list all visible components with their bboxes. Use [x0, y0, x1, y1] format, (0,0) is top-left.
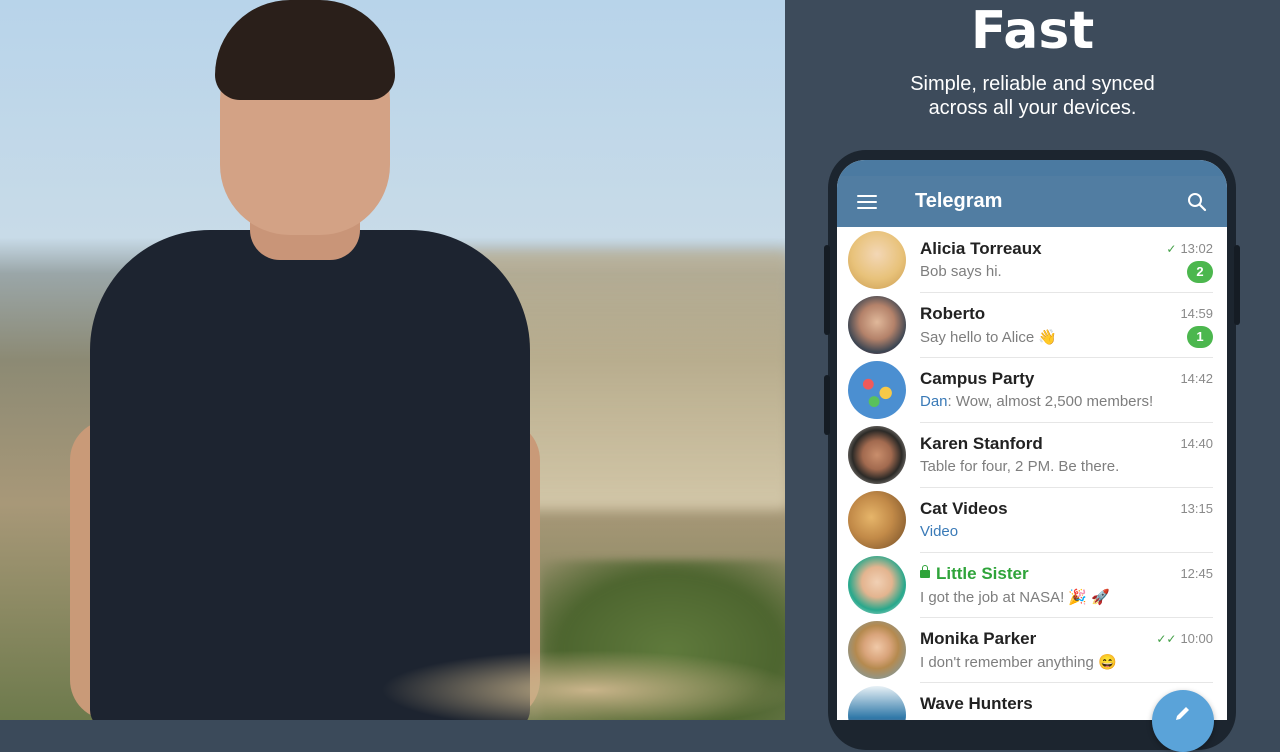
chat-time: 12:45	[1180, 566, 1213, 581]
avatar	[848, 360, 906, 419]
chat-name: Alicia Torreaux	[920, 239, 1042, 258]
unread-badge: 1	[1187, 326, 1213, 348]
chat-item-alicia-torreaux[interactable]: Alicia Torreaux ✓ 13:02 Bob says hi. 2	[837, 227, 1227, 293]
avatar	[848, 295, 906, 354]
sent-check-icon: ✓	[1166, 242, 1177, 256]
phone-side-button	[824, 375, 830, 435]
chat-body: Little Sister 12:45 I got the job at NAS…	[920, 552, 1213, 618]
avatar	[848, 685, 906, 720]
chat-item-campus-party[interactable]: Campus Party 14:42 Dan: Wow, almost 2,50…	[837, 357, 1227, 423]
avatar	[848, 425, 906, 484]
lock-icon	[920, 565, 930, 578]
chat-time: ✓ 13:02	[1166, 241, 1213, 256]
status-bar	[837, 160, 1227, 176]
search-icon[interactable]	[1187, 192, 1207, 212]
chat-item-karen-stanford[interactable]: Karen Stanford 14:40 Table for four, 2 P…	[837, 422, 1227, 488]
pencil-icon	[1176, 707, 1189, 720]
chat-body: Monika Parker ✓✓ 10:00 I don't remember a…	[920, 617, 1213, 683]
avatar	[848, 620, 906, 679]
chat-preview: Table for four, 2 PM. Be there.	[920, 458, 1120, 475]
chat-body: Karen Stanford 14:40 Table for four, 2 P…	[920, 422, 1213, 488]
phone-side-button	[824, 245, 830, 335]
app-bar: Telegram	[837, 176, 1227, 227]
chat-preview: I got the job at NASA! 🎉 🚀	[920, 589, 1110, 606]
avatar	[848, 230, 906, 289]
unread-badge: 2	[1187, 261, 1213, 283]
chat-name: Wave Hunters	[920, 694, 1033, 713]
chat-name: Cat Videos	[920, 499, 1008, 518]
foreground-grass	[380, 650, 785, 720]
promo-title: Fast	[970, 1, 1095, 61]
chat-name: Campus Party	[920, 369, 1035, 388]
chat-body: Roberto 14:59 Say hello to Alice 👋 1	[920, 292, 1213, 358]
chat-name: Little Sister	[920, 564, 1029, 584]
tshirt	[90, 230, 530, 720]
hero-photo	[0, 0, 785, 720]
chat-body: Alicia Torreaux ✓ 13:02 Bob says hi. 2	[920, 227, 1213, 293]
hair	[215, 0, 395, 100]
read-double-check-icon: ✓✓	[1156, 632, 1177, 646]
chat-name: Monika Parker	[920, 629, 1037, 648]
promo-subtitle: Simple, reliable and synced across all y…	[845, 72, 1220, 120]
chat-preview: Bob says hi.	[920, 263, 1002, 280]
phone-screen: Telegram Alicia Torreaux ✓ 13:02 Bob says…	[837, 160, 1227, 720]
chat-time: ✓✓ 10:00	[1156, 631, 1213, 646]
app-title: Telegram	[915, 190, 1003, 212]
chat-body: Cat Videos 13:15 Video	[920, 487, 1213, 553]
chat-name: Roberto	[920, 304, 986, 323]
chat-time: 13:15	[1180, 501, 1213, 516]
avatar	[848, 555, 906, 614]
chat-time: 14:59	[1180, 306, 1213, 321]
promo-subtitle-line2: across all your devices.	[928, 97, 1137, 119]
avatar	[848, 490, 906, 549]
chat-preview: Say hello to Alice 👋	[920, 329, 1058, 346]
hamburger-menu-icon[interactable]	[857, 194, 877, 209]
phone-power-button	[1234, 245, 1240, 325]
chat-item-roberto[interactable]: Roberto 14:59 Say hello to Alice 👋 1	[837, 292, 1227, 358]
compose-fab-button[interactable]	[1152, 690, 1214, 752]
person-figure	[70, 0, 550, 720]
chat-list: Alicia Torreaux ✓ 13:02 Bob says hi. 2 Ro…	[837, 227, 1227, 720]
promo-subtitle-line1: Simple, reliable and synced	[910, 73, 1155, 95]
chat-item-monika-parker[interactable]: Monika Parker ✓✓ 10:00 I don't remember a…	[837, 617, 1227, 683]
preview-sender: Dan	[920, 393, 948, 410]
chat-body: Campus Party 14:42 Dan: Wow, almost 2,50…	[920, 357, 1213, 423]
chat-item-little-sister[interactable]: Little Sister 12:45 I got the job at NAS…	[837, 552, 1227, 618]
chat-time: 14:40	[1180, 436, 1213, 451]
chat-preview: I don't remember anything 😄	[920, 654, 1117, 671]
chat-time: 14:42	[1180, 371, 1213, 386]
chat-item-cat-videos[interactable]: Cat Videos 13:15 Video	[837, 487, 1227, 553]
chat-preview: Video	[920, 523, 959, 540]
chat-name: Karen Stanford	[920, 434, 1043, 453]
chat-preview: Dan: Wow, almost 2,500 members!	[920, 393, 1154, 410]
